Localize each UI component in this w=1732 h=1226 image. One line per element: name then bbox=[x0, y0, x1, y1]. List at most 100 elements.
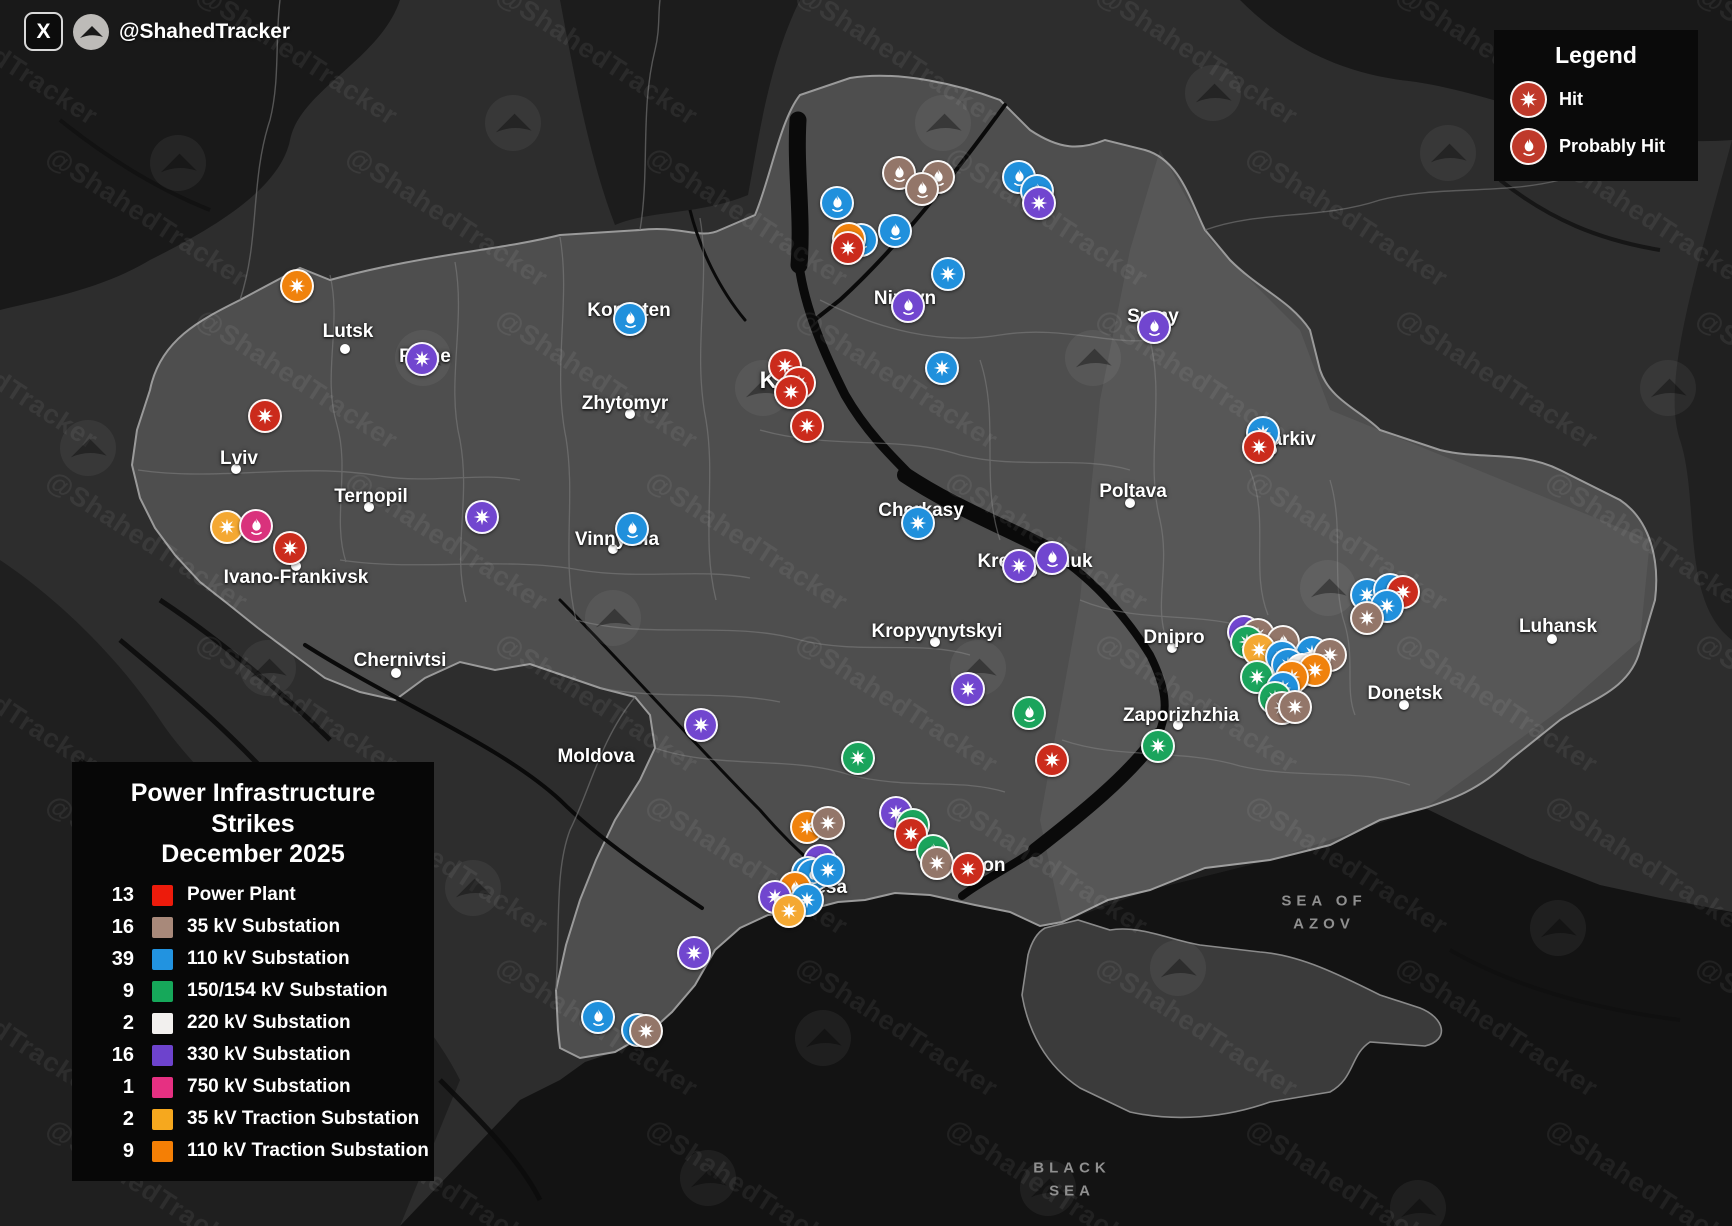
stat-label: Power Plant bbox=[187, 884, 296, 905]
city-label-moldova: Moldova bbox=[557, 746, 635, 767]
strike-marker-pp-hit[interactable] bbox=[951, 852, 985, 886]
strike-marker-s330-hit[interactable] bbox=[1022, 186, 1056, 220]
hit-star-icon bbox=[1043, 751, 1061, 769]
strike-marker-s330-prob[interactable] bbox=[891, 289, 925, 323]
hit-star-icon bbox=[637, 1022, 655, 1040]
strike-marker-s330-prob[interactable] bbox=[1035, 541, 1069, 575]
strike-marker-s330-hit[interactable] bbox=[1002, 549, 1036, 583]
stat-count: 16 bbox=[111, 1043, 134, 1066]
flame-icon bbox=[1023, 704, 1035, 722]
strike-marker-s110-prob[interactable] bbox=[615, 512, 649, 546]
stat-row: 9 110 kV Traction Substation bbox=[90, 1139, 429, 1163]
stat-label: 220 kV Substation bbox=[187, 1012, 351, 1033]
legend-item-label: Probably Hit bbox=[1559, 136, 1666, 156]
hit-star-icon bbox=[1358, 609, 1376, 627]
hit-star-icon bbox=[1250, 438, 1268, 456]
hit-star-icon bbox=[839, 239, 857, 257]
hit-star-icon bbox=[819, 814, 837, 832]
strike-marker-s150-prob[interactable] bbox=[1012, 696, 1046, 730]
hit-star-icon bbox=[288, 277, 306, 295]
strike-marker-pp-hit[interactable] bbox=[774, 375, 808, 409]
x-twitter-logo-icon: X bbox=[24, 12, 63, 51]
hit-star-icon bbox=[819, 861, 837, 879]
stat-label: 35 kV Substation bbox=[187, 916, 341, 937]
strike-marker-s35-hit[interactable] bbox=[629, 1014, 663, 1048]
strike-marker-s110-prob[interactable] bbox=[613, 302, 647, 336]
stat-row: 16 330 kV Substation bbox=[90, 1044, 416, 1067]
header: X @ShahedTracker bbox=[24, 12, 290, 51]
strike-marker-pp-hit[interactable] bbox=[273, 531, 307, 565]
stat-count: 2 bbox=[122, 1011, 134, 1034]
stat-color-swatch bbox=[152, 884, 173, 906]
flame-icon bbox=[626, 520, 638, 538]
sea-label: SEA OF AZOV bbox=[1281, 892, 1367, 933]
strike-marker-s330-hit[interactable] bbox=[684, 708, 718, 742]
stat-count: 13 bbox=[111, 883, 134, 906]
stat-count: 1 bbox=[122, 1075, 134, 1098]
city-label-luhansk: Luhansk bbox=[1518, 616, 1598, 637]
strike-marker-pp-hit[interactable] bbox=[248, 399, 282, 433]
legend-panel: Legend Hit Probably Hit bbox=[1494, 30, 1698, 181]
hit-star-icon bbox=[281, 539, 299, 557]
stat-row: 16 35 kV Substation bbox=[90, 916, 416, 939]
strike-marker-s150-hit[interactable] bbox=[841, 741, 875, 775]
strike-marker-s35-hit[interactable] bbox=[920, 846, 954, 880]
strike-marker-s330-hit[interactable] bbox=[465, 500, 499, 534]
legend-item: Hit bbox=[1510, 81, 1682, 118]
strike-marker-s35-hit[interactable] bbox=[811, 806, 845, 840]
stat-row: 39 110 kV Substation bbox=[90, 948, 416, 971]
strike-marker-s330-hit[interactable] bbox=[951, 672, 985, 706]
city-label-poltava: Poltava bbox=[1099, 481, 1167, 502]
stats-rows: 13 Power Plant 16 35 kV Substation 39 110 kV … bbox=[90, 884, 429, 1163]
city-label-chernivtsi: Chernivtsi bbox=[353, 650, 447, 671]
strike-marker-s150-hit[interactable] bbox=[1141, 729, 1175, 763]
strike-marker-s330-prob[interactable] bbox=[1137, 310, 1171, 344]
strike-marker-s750-prob[interactable] bbox=[239, 509, 273, 543]
strike-marker-s110-hit[interactable] bbox=[901, 506, 935, 540]
hit-star-icon bbox=[1149, 737, 1167, 755]
stat-label: 35 kV Traction Substation bbox=[187, 1108, 420, 1129]
strike-marker-pp-hit[interactable] bbox=[1035, 743, 1069, 777]
stat-color-swatch bbox=[152, 916, 173, 938]
hit-star-icon bbox=[685, 944, 703, 962]
stat-row: 13 Power Plant bbox=[90, 884, 416, 907]
stat-row: 2 35 kV Traction Substation bbox=[90, 1107, 420, 1131]
stat-count: 9 bbox=[122, 1139, 134, 1162]
stat-color-swatch bbox=[152, 980, 173, 1002]
flame-icon bbox=[592, 1008, 604, 1026]
stats-title-line2: December 2025 bbox=[161, 840, 345, 868]
strike-marker-pp-hit[interactable] bbox=[790, 409, 824, 443]
strike-marker-s110-hit[interactable] bbox=[931, 257, 965, 291]
city-label-kropyvnytskyi: Kropyvnytskyi bbox=[871, 621, 1003, 642]
strike-marker-t110-hit[interactable] bbox=[280, 269, 314, 303]
stat-color-swatch bbox=[152, 1108, 173, 1130]
city-dot bbox=[340, 344, 350, 354]
flame-icon bbox=[902, 297, 914, 315]
strike-marker-s110-hit[interactable] bbox=[811, 853, 845, 887]
city-label-lutsk: Lutsk bbox=[322, 321, 374, 342]
stat-count: 2 bbox=[122, 1107, 134, 1130]
strike-marker-pp-hit[interactable] bbox=[1242, 430, 1276, 464]
stat-row: 9 150/154 kV Substation bbox=[90, 980, 416, 1003]
legend-title: Legend bbox=[1555, 42, 1637, 68]
strike-marker-s35-prob[interactable] bbox=[905, 172, 939, 206]
strike-marker-s110-prob[interactable] bbox=[581, 1000, 615, 1034]
flame-icon bbox=[831, 194, 843, 212]
stat-count: 16 bbox=[111, 915, 134, 938]
strike-marker-s110-prob[interactable] bbox=[820, 186, 854, 220]
strike-marker-t35-hit[interactable] bbox=[772, 894, 806, 928]
hit-star-icon bbox=[959, 860, 977, 878]
stat-color-swatch bbox=[152, 948, 173, 970]
strike-marker-s110-prob[interactable] bbox=[878, 214, 912, 248]
strike-marker-s330-hit[interactable] bbox=[405, 342, 439, 376]
stat-color-swatch bbox=[152, 1140, 173, 1162]
strike-marker-pp-hit[interactable] bbox=[831, 231, 865, 265]
strike-marker-s330-hit[interactable] bbox=[677, 936, 711, 970]
sea-label: BLACK SEA bbox=[1033, 1159, 1111, 1200]
hit-star-icon bbox=[780, 902, 798, 920]
hit-star-icon bbox=[909, 514, 927, 532]
strike-marker-s35-hit[interactable] bbox=[1278, 690, 1312, 724]
strike-marker-s35-hit[interactable] bbox=[1350, 601, 1384, 635]
hit-star-icon bbox=[782, 383, 800, 401]
strike-marker-s110-hit[interactable] bbox=[925, 351, 959, 385]
